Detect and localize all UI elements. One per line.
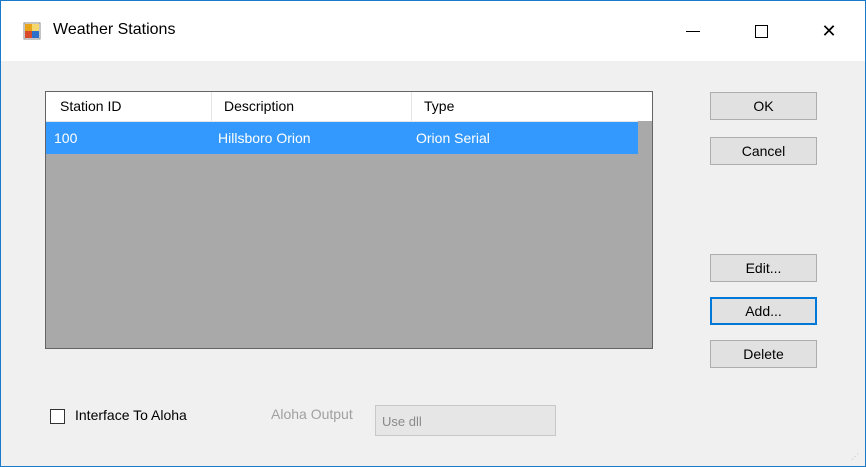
- cancel-button[interactable]: Cancel: [710, 137, 817, 165]
- cell-station-id: 100: [54, 130, 78, 146]
- ok-button[interactable]: OK: [710, 92, 817, 120]
- minimize-icon: [686, 30, 700, 32]
- maximize-icon: [754, 24, 768, 38]
- cell-type: Orion Serial: [416, 130, 490, 146]
- maximize-button[interactable]: [727, 1, 795, 61]
- delete-button[interactable]: Delete: [710, 340, 817, 368]
- aloha-output-label: Aloha Output: [271, 406, 353, 422]
- aloha-output-field: Use dll: [375, 405, 556, 436]
- header-scroll-spacer: [638, 92, 652, 121]
- stations-list[interactable]: Station ID Description Type 100 Hillsbor…: [45, 91, 653, 349]
- add-button[interactable]: Add...: [710, 297, 817, 325]
- table-row[interactable]: 100 Hillsboro Orion Orion Serial: [46, 122, 638, 154]
- title-bar[interactable]: Weather Stations ✕: [1, 1, 865, 61]
- column-header-type[interactable]: Type: [412, 92, 638, 121]
- weather-stations-dialog: Weather Stations ✕ Station ID Descriptio…: [0, 0, 866, 467]
- column-header-station-id[interactable]: Station ID: [46, 92, 212, 121]
- resize-grip-icon[interactable]: ⋰: [851, 452, 861, 462]
- app-window-icon: [23, 22, 41, 40]
- minimize-button[interactable]: [659, 1, 727, 61]
- close-button[interactable]: ✕: [795, 1, 863, 61]
- column-header-description[interactable]: Description: [212, 92, 412, 121]
- close-icon: ✕: [821, 20, 837, 41]
- edit-button[interactable]: Edit...: [710, 254, 817, 282]
- interface-to-aloha-label[interactable]: Interface To Aloha: [75, 407, 187, 423]
- window-title: Weather Stations: [53, 21, 176, 38]
- interface-to-aloha-checkbox[interactable]: [50, 409, 65, 424]
- cell-description: Hillsboro Orion: [218, 130, 311, 146]
- list-header: Station ID Description Type: [46, 92, 638, 122]
